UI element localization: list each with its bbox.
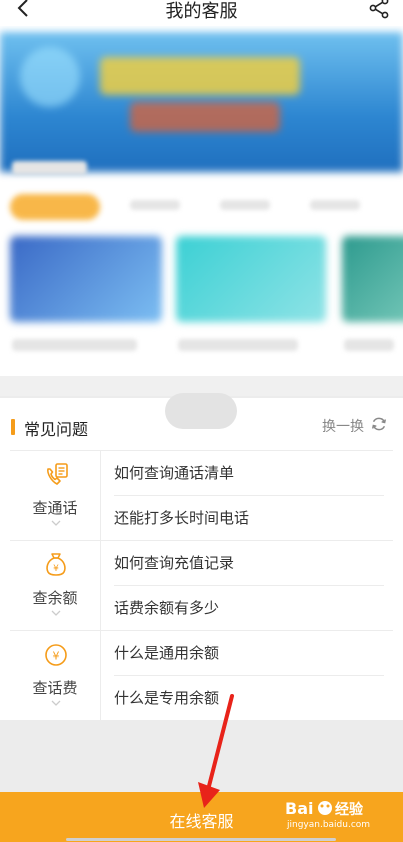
chevron-down-icon[interactable]	[50, 699, 62, 707]
blurred-card[interactable]	[342, 236, 403, 322]
svg-text:¥: ¥	[53, 564, 59, 574]
faq-group-calls: 查通话 如何查询通话清单 还能打多长时间电话	[10, 450, 393, 541]
refresh-button[interactable]: 换一换	[322, 416, 364, 436]
category-label: 查话费	[32, 680, 78, 697]
faq-question-item[interactable]: 如何查询充值记录	[114, 541, 384, 586]
blurred-card[interactable]	[176, 236, 326, 322]
section-accent-bar	[11, 419, 15, 435]
baidu-jingyan-watermark: Bai 经验 jingyan.baidu.com	[285, 798, 397, 834]
blurred-caption	[178, 339, 298, 351]
faq-group-balance: ¥ 查余额 如何查询充值记录 话费余额有多少	[10, 540, 393, 631]
faq-section: 常见问题 换一换 查通话 如何查询通话清单 还能打多长时间电话 ¥ 查余额 如何…	[0, 398, 403, 721]
yuan-coin-icon: ¥	[45, 644, 67, 666]
blurred-caption	[344, 339, 394, 351]
pull-handle[interactable]	[165, 393, 237, 429]
chevron-down-icon[interactable]	[50, 519, 62, 527]
svg-text:经验: 经验	[335, 801, 364, 818]
promo-banner[interactable]	[0, 32, 403, 172]
refresh-icon[interactable]	[370, 415, 388, 433]
page-title: 我的客服	[165, 1, 238, 21]
faq-category-charges[interactable]: ¥ 查话费	[10, 631, 101, 721]
blurred-tab-active[interactable]	[10, 194, 100, 220]
faq-question-item[interactable]: 什么是通用余额	[114, 631, 384, 676]
category-label: 查通话	[32, 500, 78, 517]
chevron-down-icon[interactable]	[50, 609, 62, 617]
blurred-heading	[12, 161, 87, 175]
baidu-logo: Bai 经验	[285, 799, 364, 818]
faq-question-item[interactable]: 还能打多长时间电话	[114, 496, 384, 541]
svg-text:Bai: Bai	[285, 799, 313, 818]
faq-question-item[interactable]: 什么是专用余额	[114, 676, 384, 721]
blurred-promo-section	[0, 26, 403, 376]
red-arrow-annotation	[198, 694, 234, 808]
blurred-tab[interactable]	[130, 200, 180, 210]
blurred-caption	[12, 339, 137, 351]
share-icon[interactable]	[367, 0, 391, 20]
faq-category-balance[interactable]: ¥ 查余额	[10, 541, 101, 631]
svg-text:¥: ¥	[53, 650, 60, 663]
faq-title: 常见问题	[24, 422, 89, 439]
phone-list-icon	[47, 463, 68, 485]
money-bag-icon: ¥	[46, 553, 66, 576]
faq-question-item[interactable]: 如何查询通话清单	[114, 451, 384, 496]
customer-service-page: 我的客服 常见问题 换一换 查通话 如何查询通话清单 还能打多长时间电话 ¥ 查…	[0, 0, 403, 842]
blurred-card[interactable]	[10, 236, 162, 322]
watermark-url: jingyan.baidu.com	[287, 820, 371, 830]
category-label: 查余额	[32, 590, 78, 607]
faq-question-item[interactable]: 话费余额有多少	[114, 586, 384, 631]
top-nav-bar: 我的客服	[0, 0, 403, 26]
blurred-tab[interactable]	[310, 200, 360, 210]
home-indicator	[66, 838, 336, 841]
blurred-tab[interactable]	[220, 200, 270, 210]
faq-category-calls[interactable]: 查通话	[10, 451, 101, 541]
